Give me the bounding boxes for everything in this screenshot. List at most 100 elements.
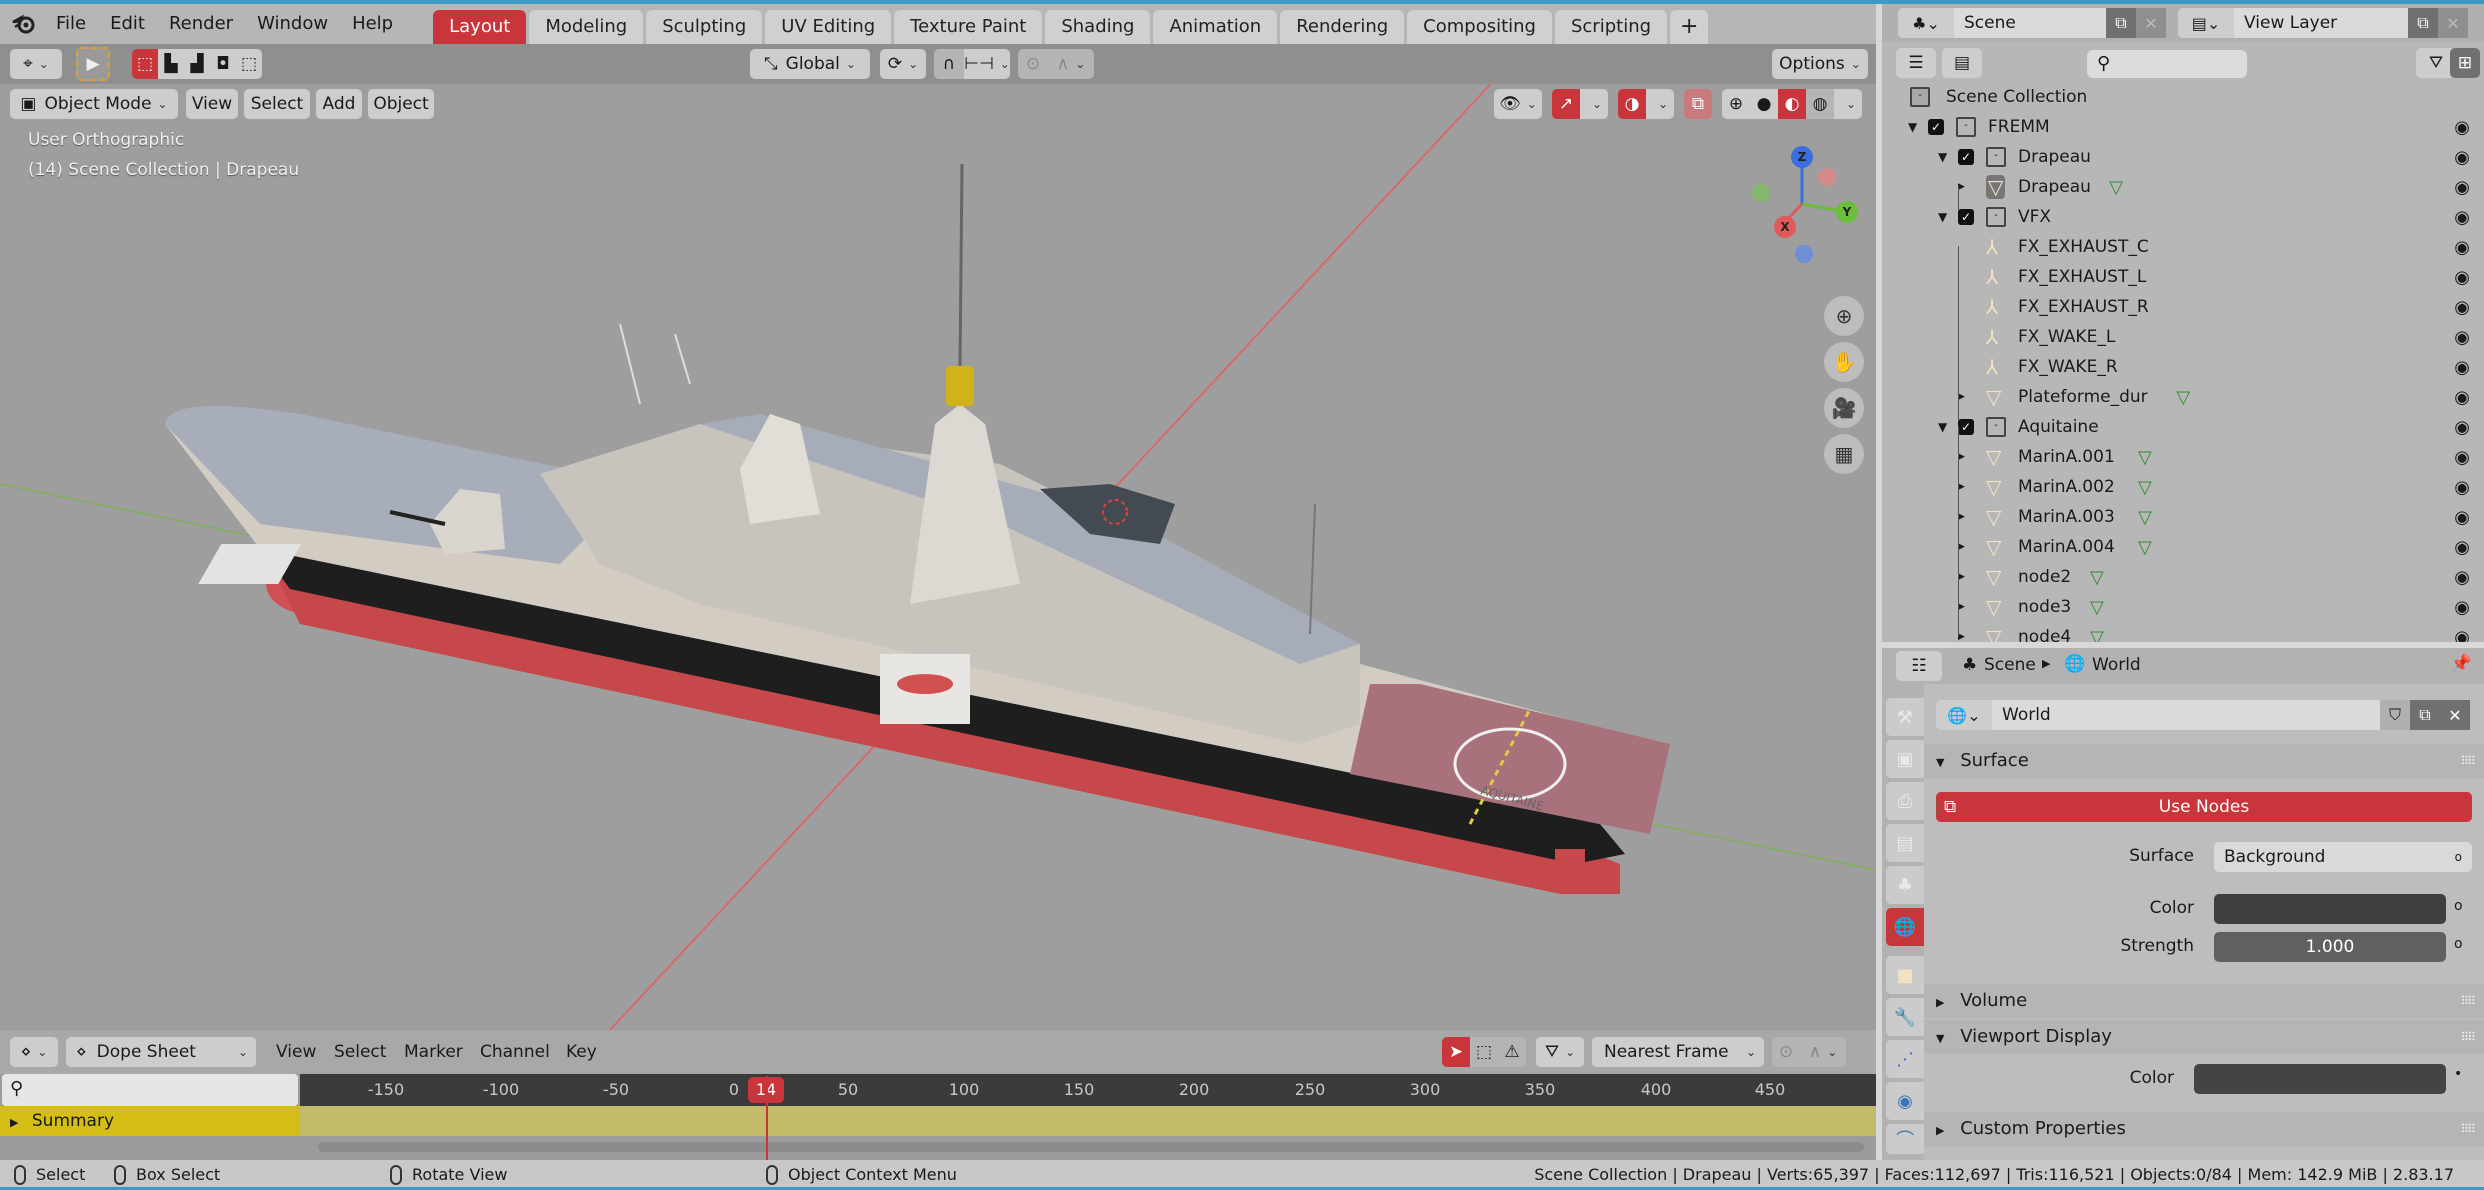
display-mode-dropdown[interactable]: ▤ bbox=[1942, 48, 1982, 78]
drag-grip-icon[interactable]: ⠿⠿ bbox=[2460, 1112, 2476, 1146]
outliner-row[interactable]: ▶ ▽ node3 ▽ ◉ bbox=[1882, 592, 2484, 622]
outliner-row[interactable]: ▶ ▽ MarinA.003 ▽ ◉ bbox=[1882, 502, 2484, 532]
link-socket-icon[interactable]: o bbox=[2454, 936, 2463, 952]
select-mode-intersect-button[interactable]: ⬚ bbox=[236, 49, 262, 79]
show-hidden-toggle[interactable]: ⬚ bbox=[1470, 1037, 1498, 1067]
select-tool-button[interactable]: ▶ bbox=[76, 47, 110, 81]
mesh-data-icon[interactable]: ▽ bbox=[2109, 177, 2123, 198]
shading-rendered[interactable]: ◍ bbox=[1806, 89, 1834, 119]
selectability-visibility-dropdown[interactable]: 👁 ⌄ bbox=[1494, 89, 1542, 119]
strength-slider[interactable]: 1.000 bbox=[2214, 932, 2446, 962]
dopesheet-menu-marker[interactable]: Marker bbox=[404, 1037, 463, 1067]
mesh-data-icon[interactable]: ▽ bbox=[2138, 477, 2152, 498]
gizmo-x-axis[interactable]: X bbox=[1774, 216, 1796, 238]
tab-output[interactable]: ⎙ bbox=[1886, 782, 1924, 820]
ds-falloff-dropdown[interactable]: ∧ ⌄ bbox=[1800, 1037, 1846, 1067]
tab-physics[interactable]: ◉ bbox=[1886, 1082, 1924, 1120]
delete-scene-button[interactable]: ✕ bbox=[2136, 8, 2166, 38]
view-layer-selector[interactable]: ▤⌄ View Layer ⧉ ✕ bbox=[2178, 8, 2468, 38]
expand-toggle-icon[interactable]: ▶ bbox=[1958, 632, 1965, 642]
tab-modeling[interactable]: Modeling bbox=[529, 10, 644, 44]
expand-toggle-icon[interactable]: ▶ bbox=[1958, 512, 1965, 522]
outliner-row[interactable]: ▶ ▽ Plateforme_dur ▽ ◉ bbox=[1882, 382, 2484, 412]
viewport-menu-view[interactable]: View bbox=[186, 89, 238, 119]
panel-surface-header[interactable]: ▼ Surface ⠿⠿ bbox=[1924, 744, 2484, 778]
tab-texture-paint[interactable]: Texture Paint bbox=[894, 10, 1043, 44]
tab-animation[interactable]: Animation bbox=[1153, 10, 1278, 44]
add-workspace-button[interactable]: + bbox=[1670, 10, 1709, 44]
expand-toggle-icon[interactable]: ▼ bbox=[1908, 120, 1917, 134]
menu-help[interactable]: Help bbox=[340, 4, 405, 44]
menu-file[interactable]: File bbox=[44, 4, 98, 44]
new-view-layer-button[interactable]: ⧉ bbox=[2408, 8, 2438, 38]
frigate-model[interactable]: AQUITAINE bbox=[0, 44, 1876, 1030]
world-datablock-selector[interactable]: 🌐⌄ World ⛉ ⧉ ✕ bbox=[1936, 700, 2470, 730]
visibility-eye-icon[interactable]: ◉ bbox=[2454, 567, 2470, 588]
outliner-row[interactable]: ▶ ▽ MarinA.002 ▽ ◉ bbox=[1882, 472, 2484, 502]
outliner-row[interactable]: ▶ ▽ node2 ▽ ◉ bbox=[1882, 562, 2484, 592]
gizmo-neg-x[interactable] bbox=[1818, 168, 1836, 186]
mesh-data-icon[interactable]: ▽ bbox=[2090, 567, 2104, 588]
visibility-eye-icon[interactable]: ◉ bbox=[2454, 477, 2470, 498]
outliner-row[interactable]: ▼ ✓ - Aquitaine ◉ bbox=[1882, 412, 2484, 442]
pin-icon[interactable]: 📌 bbox=[2451, 654, 2472, 674]
collection-checkbox[interactable]: ✓ bbox=[1958, 419, 1974, 435]
expand-toggle-icon[interactable]: ▶ bbox=[1958, 542, 1965, 552]
outliner-row[interactable]: ⅄ FX_EXHAUST_L ◉ bbox=[1882, 262, 2484, 292]
visibility-eye-icon[interactable]: ◉ bbox=[2454, 387, 2470, 408]
mesh-data-icon[interactable]: ▽ bbox=[2138, 507, 2152, 528]
tab-scripting[interactable]: Scripting bbox=[1554, 10, 1668, 44]
mesh-data-icon[interactable]: ▽ bbox=[2138, 447, 2152, 468]
breadcrumb-world[interactable]: World bbox=[2092, 655, 2141, 675]
blender-logo-icon[interactable] bbox=[4, 4, 44, 44]
outliner-editor-type[interactable]: ☰ bbox=[1896, 48, 1936, 78]
surface-shader-dropdown[interactable]: Background o bbox=[2214, 842, 2472, 872]
expand-toggle-icon[interactable]: ▶ bbox=[1958, 482, 1965, 492]
new-scene-button[interactable]: ⧉ bbox=[2106, 8, 2136, 38]
tab-view-layer[interactable]: ▤ bbox=[1886, 824, 1924, 862]
expand-toggle-icon[interactable]: ▶ bbox=[1958, 182, 1965, 192]
expand-toggle-icon[interactable]: ▶ bbox=[1958, 602, 1965, 612]
unlink-world-button[interactable]: ✕ bbox=[2440, 700, 2470, 730]
mesh-data-icon[interactable]: ▽ bbox=[2090, 597, 2104, 618]
tab-constraints[interactable]: ⌒ bbox=[1886, 1124, 1924, 1154]
expand-toggle-icon[interactable]: ▶ bbox=[1958, 452, 1965, 462]
visibility-eye-icon[interactable]: ◉ bbox=[2454, 417, 2470, 438]
visibility-eye-icon[interactable]: ◉ bbox=[2454, 117, 2470, 138]
tab-sculpting[interactable]: Sculpting bbox=[646, 10, 763, 44]
zoom-view-button[interactable]: ⊕ bbox=[1824, 296, 1864, 336]
select-mode-extend-button[interactable]: ▙ bbox=[158, 49, 184, 79]
tab-modifiers[interactable]: 🔧 bbox=[1886, 998, 1924, 1036]
mesh-data-icon[interactable]: ▽ bbox=[2176, 387, 2190, 408]
navigation-gizmo[interactable]: Z Y X bbox=[1740, 140, 1860, 280]
gizmo-y-axis[interactable]: Y bbox=[1836, 201, 1858, 223]
link-socket-icon[interactable]: o bbox=[2454, 898, 2463, 914]
summary-keyframe-track[interactable] bbox=[300, 1106, 1876, 1136]
visibility-eye-icon[interactable]: ◉ bbox=[2454, 627, 2470, 643]
only-selected-toggle[interactable]: ➤ bbox=[1442, 1037, 1470, 1067]
dopesheet-mode-dropdown[interactable]: ⋄ Dope Sheet ⌄ bbox=[66, 1037, 256, 1067]
expand-toggle-icon[interactable]: ▶ bbox=[1958, 392, 1965, 402]
tab-world[interactable]: 🌐 bbox=[1886, 908, 1924, 946]
camera-view-button[interactable]: 🎥 bbox=[1824, 388, 1864, 428]
proportional-edit-toggle[interactable]: ⊙ bbox=[1018, 49, 1048, 79]
tab-object[interactable]: ■ bbox=[1886, 956, 1924, 994]
viewport-color-field[interactable] bbox=[2194, 1064, 2446, 1094]
shading-solid[interactable]: ● bbox=[1750, 89, 1778, 119]
mesh-data-icon[interactable]: ▽ bbox=[2138, 537, 2152, 558]
overlays-toggle[interactable]: ◑ bbox=[1618, 89, 1646, 119]
menu-render[interactable]: Render bbox=[157, 4, 245, 44]
gizmo-z-axis[interactable]: Z bbox=[1791, 146, 1813, 168]
pivot-point-dropdown[interactable]: ⟳ ⌄ bbox=[880, 49, 926, 79]
gizmo-toggle[interactable]: ↗ bbox=[1552, 89, 1580, 119]
outliner-root-row[interactable]: - Scene Collection bbox=[1882, 82, 2484, 112]
collection-checkbox[interactable]: ✓ bbox=[1958, 209, 1974, 225]
visibility-eye-icon[interactable]: ◉ bbox=[2454, 357, 2470, 378]
shading-wireframe[interactable]: ⊕ bbox=[1722, 89, 1750, 119]
tab-tool[interactable]: ⚒ bbox=[1886, 698, 1924, 736]
outliner-row[interactable]: ⅄ FX_EXHAUST_R ◉ bbox=[1882, 292, 2484, 322]
drag-grip-icon[interactable]: ⠿⠿ bbox=[2460, 1020, 2476, 1054]
viewport-menu-add[interactable]: Add bbox=[316, 89, 362, 119]
drag-grip-icon[interactable]: ⠿⠿ bbox=[2460, 744, 2476, 778]
visibility-eye-icon[interactable]: ◉ bbox=[2454, 177, 2470, 198]
